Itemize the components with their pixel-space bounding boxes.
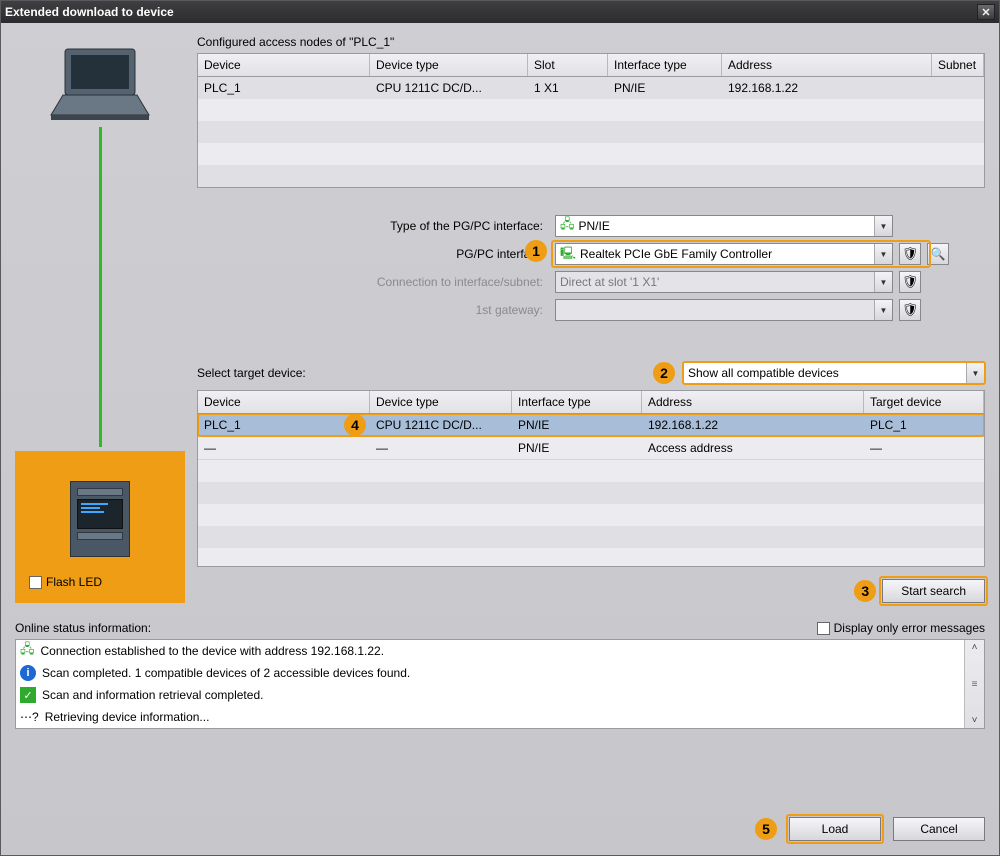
col-address: Address <box>642 391 864 413</box>
col-device: Device <box>198 391 370 413</box>
gateway-select <box>555 299 893 321</box>
chevron-down-icon <box>874 272 892 292</box>
annotation-2: 2 <box>653 362 675 384</box>
log-line: ✓ Scan and information retrieval complet… <box>16 684 964 706</box>
connection-graphic: Flash LED <box>15 33 185 603</box>
col-devtype: Device type <box>370 391 512 413</box>
device-filter-select[interactable]: Show all compatible devices <box>683 362 985 384</box>
pgpc-type-value: PN/IE <box>579 219 610 233</box>
diagnostics-button[interactable]: 🛡 <box>899 271 921 293</box>
check-icon: ✓ <box>20 687 36 703</box>
scroll-down-icon[interactable]: ˅ <box>972 715 978 726</box>
col-device: Device <box>198 54 370 76</box>
table-row: PLC_1 CPU 1211C DC/D... 1 X1 PN/IE 192.1… <box>198 77 984 99</box>
conn-subnet-value: Direct at slot '1 X1' <box>560 275 659 289</box>
annotation-1: 1 <box>525 240 547 262</box>
pgpc-if-value: Realtek PCIe GbE Family Controller <box>580 247 772 261</box>
annotation-5: 5 <box>755 818 777 840</box>
chevron-down-icon <box>874 300 892 320</box>
col-subnet: Subnet <box>932 54 984 76</box>
scrollbar[interactable]: ˄ ≡ ˅ <box>964 640 984 728</box>
configured-nodes-table: Device Device type Slot Interface type A… <box>197 53 985 188</box>
table-row[interactable]: PLC_1 CPU 1211C DC/D... PN/IE 192.168.1.… <box>198 414 984 437</box>
target-device-table: Device Device type Interface type Addres… <box>197 390 985 567</box>
col-iftype: Interface type <box>608 54 722 76</box>
status-log: 🖧 Connection established to the device w… <box>15 639 985 729</box>
annotation-4: 4 <box>344 414 366 436</box>
log-line: 🖧 Connection established to the device w… <box>16 640 964 662</box>
plc-panel: Flash LED <box>15 451 185 603</box>
select-target-label: Select target device: <box>197 366 306 380</box>
annotation-3: 3 <box>854 580 876 602</box>
titlebar: Extended download to device ✕ <box>1 1 999 23</box>
chevron-down-icon[interactable] <box>874 244 892 264</box>
status-info-label: Online status information: <box>15 621 151 635</box>
only-errors-checkbox[interactable]: Display only error messages <box>817 621 985 635</box>
pgpc-type-select[interactable]: 🖧 PN/IE <box>555 215 893 237</box>
busy-icon: ⋯? <box>20 710 39 724</box>
pgpc-type-label: Type of the PG/PC interface: <box>197 219 549 233</box>
plc-device-icon <box>70 481 130 557</box>
diagnostics-button[interactable]: 🛡 <box>899 243 921 265</box>
col-iftype: Interface type <box>512 391 642 413</box>
network-icon: 🖧 <box>560 215 575 237</box>
info-icon: i <box>20 665 36 681</box>
connection-icon: 🖧 <box>20 640 35 662</box>
properties-button[interactable]: 🔍 <box>927 243 949 265</box>
col-targetdev: Target device <box>864 391 984 413</box>
gateway-label: 1st gateway: <box>197 303 549 317</box>
chevron-down-icon[interactable] <box>966 363 984 383</box>
cancel-button[interactable]: Cancel <box>893 817 985 841</box>
log-line: ⋯? Retrieving device information... <box>16 706 964 728</box>
window-title: Extended download to device <box>5 5 174 19</box>
adapter-icon: 🖳 <box>560 244 576 265</box>
pgpc-if-select[interactable]: 🖳 Realtek PCIe GbE Family Controller <box>555 243 893 265</box>
load-button[interactable]: Load <box>789 817 881 841</box>
download-dialog: Extended download to device ✕ <box>0 0 1000 856</box>
only-errors-label: Display only error messages <box>834 621 985 635</box>
flash-led-label: Flash LED <box>46 575 102 589</box>
chevron-down-icon[interactable] <box>874 216 892 236</box>
log-line: i Scan completed. 1 compatible devices o… <box>16 662 964 684</box>
table-row[interactable]: — — PN/IE Access address — <box>198 437 984 460</box>
start-search-button[interactable]: Start search <box>882 579 985 603</box>
scroll-up-icon[interactable]: ˄ <box>972 642 978 653</box>
scroll-grip-icon[interactable]: ≡ <box>972 679 978 690</box>
conn-subnet-label: Connection to interface/subnet: <box>197 275 549 289</box>
conn-subnet-select: Direct at slot '1 X1' <box>555 271 893 293</box>
configured-nodes-label: Configured access nodes of "PLC_1" <box>197 35 985 49</box>
checkbox-icon[interactable] <box>29 576 42 589</box>
col-address: Address <box>722 54 932 76</box>
close-icon[interactable]: ✕ <box>977 4 995 20</box>
flash-led-checkbox[interactable]: Flash LED <box>29 575 102 589</box>
diagnostics-button[interactable]: 🛡 <box>899 299 921 321</box>
col-slot: Slot <box>528 54 608 76</box>
device-filter-value: Show all compatible devices <box>688 366 839 380</box>
laptop-icon <box>45 43 155 123</box>
checkbox-icon[interactable] <box>817 622 830 635</box>
pgpc-if-label: PG/PC interface <box>197 247 549 261</box>
col-devtype: Device type <box>370 54 528 76</box>
